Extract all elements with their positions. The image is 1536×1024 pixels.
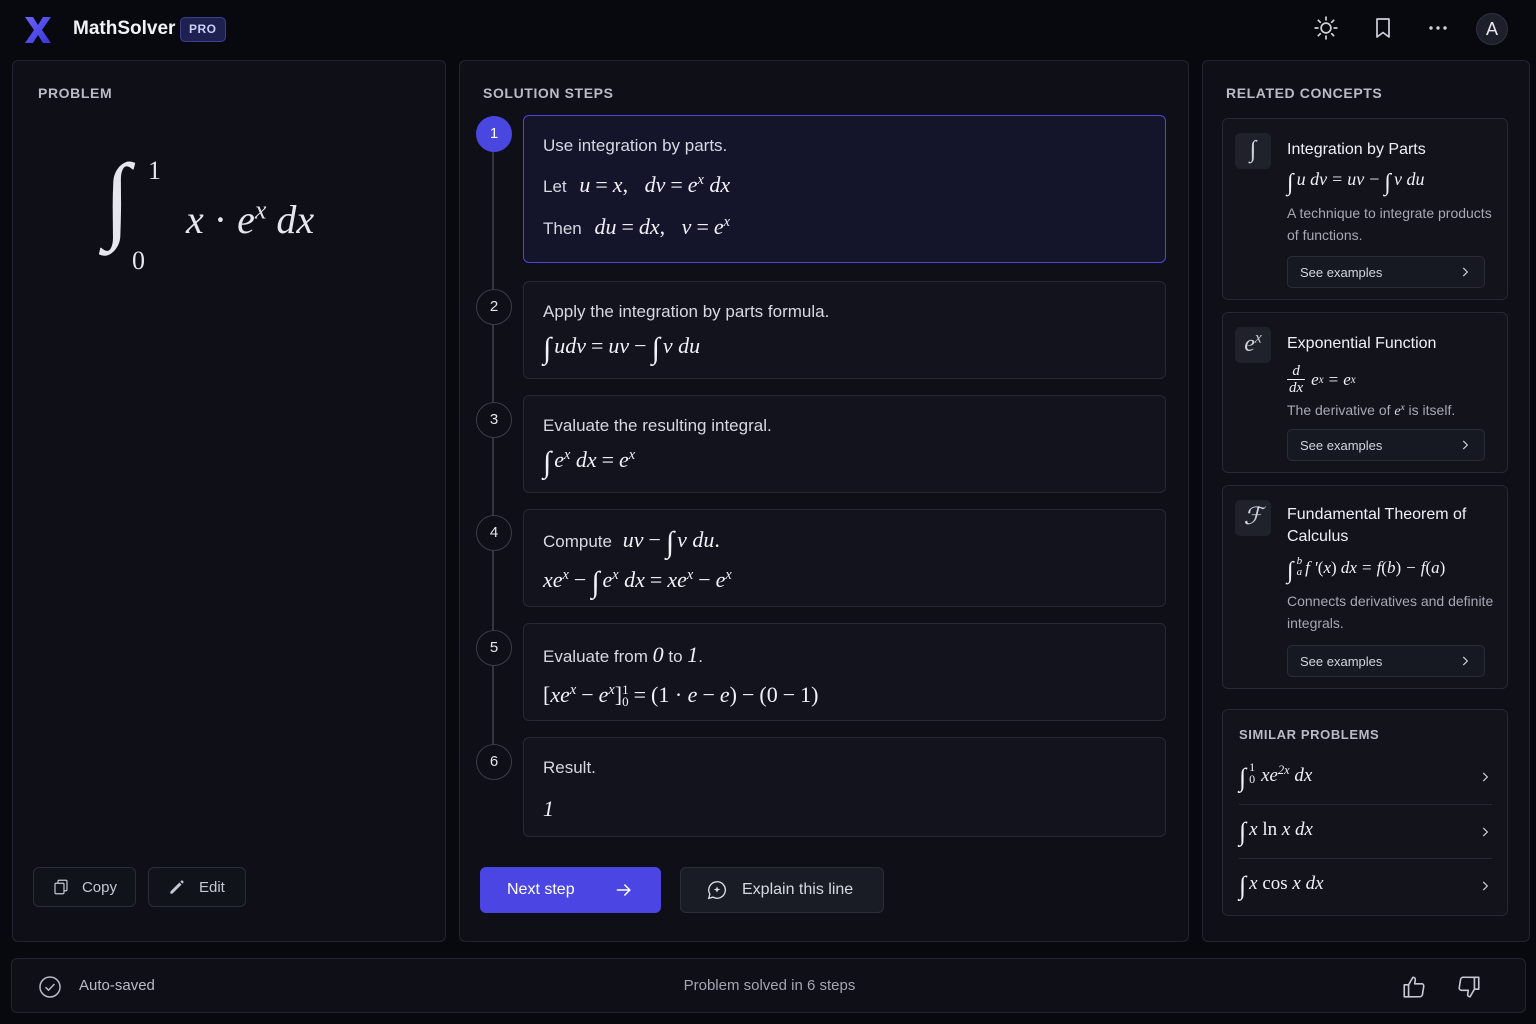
more-button[interactable] [1424, 14, 1452, 42]
bookmark-icon [1376, 18, 1390, 38]
chevron-right-icon [1462, 656, 1469, 666]
concept-formula: d dx e x = e x [1287, 363, 1356, 396]
concept-formula: ∫ b a f ′(x) dx = f(b) − f(a) [1287, 555, 1446, 585]
step-3-formula: ∫ ex dx = ex [543, 446, 636, 479]
similar-problem-item[interactable]: ∫ 1 0 xe2x dx [1239, 750, 1492, 804]
integral-lower-limit: 0 [132, 246, 145, 275]
integral-upper-limit: 1 [148, 156, 161, 185]
concept-title: Fundamental Theorem of Calculus [1287, 506, 1467, 545]
step-5-formula: [xex − ex]1 0 = (1 · e − e) − (0−1) [543, 682, 819, 709]
related-title: RELATED CONCEPTS [1226, 85, 1383, 101]
sun-icon [1314, 16, 1338, 40]
similar-problems-title: SIMILAR PROBLEMS [1239, 727, 1380, 742]
integrand: x · ex dx [186, 195, 315, 242]
chevron-right-icon [1462, 267, 1469, 277]
step-number-6[interactable]: 6 [476, 744, 512, 780]
edit-label: Edit [199, 878, 225, 896]
step-card-3[interactable]: Evaluate the resulting integral. ∫ ex dx =… [523, 395, 1166, 493]
concept-title: Exponential Function [1287, 335, 1437, 352]
app-title: MathSolver [73, 18, 176, 39]
problem-expression[interactable]: ∫ 1 0 x · ex dx [100, 150, 400, 280]
step-3-text: Evaluate the resulting integral. [543, 416, 772, 435]
similar-problems-card: SIMILAR PROBLEMS ∫ 1 0 xe2x dx ∫ x ln x dx ∫… [1222, 709, 1508, 916]
step-1-let-line: Let u = x, dv = ex dx [543, 172, 731, 197]
concept-card-fundamental-theorem[interactable]: ℱ Fundamental Theorem of Calculus ∫ b a f ′… [1222, 485, 1508, 689]
explain-line-button[interactable]: Explain this line [680, 867, 884, 913]
step-2-formula: ∫ udv = uv − ∫ v du [543, 332, 701, 365]
step-6-text: Result. [543, 758, 596, 777]
top-bar: MathSolver PRO A [0, 0, 1536, 58]
step-card-4[interactable]: Compute uv − ∫ v du. xex − ∫ ex dx = xex − ex [523, 509, 1166, 607]
copy-label: Copy [81, 878, 117, 896]
chevron-right-icon [1462, 440, 1469, 450]
solution-title: SOLUTION STEPS [483, 85, 614, 101]
next-step-button[interactable]: Next step [480, 867, 661, 913]
chevron-right-icon [1482, 772, 1489, 782]
arrow-right-icon [616, 884, 631, 896]
integral-sign: ∫ [104, 144, 131, 251]
concept-title: Integration by Parts [1287, 141, 1426, 158]
chat-sparkle-icon [707, 881, 726, 900]
pencil-icon [170, 880, 184, 894]
thumbs-down-icon[interactable] [1456, 974, 1482, 1000]
step-number-4[interactable]: 4 [476, 515, 512, 551]
step-2-text: Apply the integration by parts formula. [543, 302, 830, 321]
chevron-right-icon [1482, 881, 1489, 891]
pro-badge: PRO [180, 17, 226, 42]
copy-button[interactable]: Copy [33, 867, 136, 907]
step-6-result: 1 [543, 796, 554, 821]
avatar[interactable]: A [1476, 13, 1508, 45]
status-bar: Auto-saved Problem solved in 6 steps [11, 958, 1526, 1013]
concept-desc: A technique to integrate products of fun… [1287, 205, 1492, 243]
bookmark-button[interactable] [1369, 14, 1397, 42]
concept-card-exponential-function[interactable]: ex Exponential Function d dx e x = e x The de… [1222, 312, 1508, 473]
problem-title: PROBLEM [38, 85, 113, 101]
more-icon [1429, 26, 1447, 30]
see-examples-button[interactable]: See examples [1287, 645, 1485, 677]
see-examples-button[interactable]: See examples [1287, 429, 1485, 461]
chevron-right-icon [1482, 827, 1489, 837]
step-number-2[interactable]: 2 [476, 289, 512, 325]
step-1-then-line: Then du = dx, v = ex [543, 214, 730, 239]
solve-summary: Problem solved in 6 steps [683, 977, 856, 994]
step-5-text-line: Evaluate from 0 to 1. [543, 642, 704, 667]
exponential-icon: ex [1235, 327, 1271, 363]
step-4-text-line: Compute uv − ∫ v du. [543, 526, 720, 559]
integral-icon: ∫ [1235, 133, 1271, 169]
step-card-1[interactable]: Use integration by parts. Let u = x, dv = ex… [523, 115, 1166, 263]
concept-desc: Connects derivatives and definite integr… [1287, 593, 1494, 631]
script-f-icon: ℱ [1235, 500, 1271, 536]
step-card-5[interactable]: Evaluate from 0 to 1. [xex − ex]1 0 = (1 · e −… [523, 623, 1166, 721]
step-number-3[interactable]: 3 [476, 402, 512, 438]
edit-button[interactable]: Edit [148, 867, 246, 907]
concept-card-integration-by-parts[interactable]: ∫ Integration by Parts ∫ u dv = uv − ∫ v du A … [1222, 118, 1508, 300]
step-4-formula: xex − ∫ ex dx = xex − ex [543, 566, 732, 599]
step-card-6[interactable]: Result. 1 [523, 737, 1166, 837]
step-number-1[interactable]: 1 [476, 116, 512, 152]
explain-line-label: Explain this line [742, 881, 854, 898]
copy-icon [54, 879, 68, 895]
similar-problem-item[interactable]: ∫ x ln x dx [1239, 805, 1492, 859]
concept-formula: ∫ u dv = uv − ∫ v du [1287, 169, 1425, 196]
logo-icon[interactable] [22, 14, 54, 46]
similar-problem-item[interactable]: ∫ x cos x dx [1239, 859, 1492, 913]
step-card-2[interactable]: Apply the integration by parts formula. … [523, 281, 1166, 379]
thumbs-up-icon[interactable] [1401, 974, 1427, 1000]
step-number-5[interactable]: 5 [476, 630, 512, 666]
theme-toggle-button[interactable] [1312, 14, 1340, 42]
see-examples-button[interactable]: See examples [1287, 256, 1485, 288]
concept-desc: The derivative of ex is itself. [1287, 402, 1456, 419]
step-1-text: Use integration by parts. [543, 136, 728, 155]
next-step-label: Next step [507, 881, 575, 898]
